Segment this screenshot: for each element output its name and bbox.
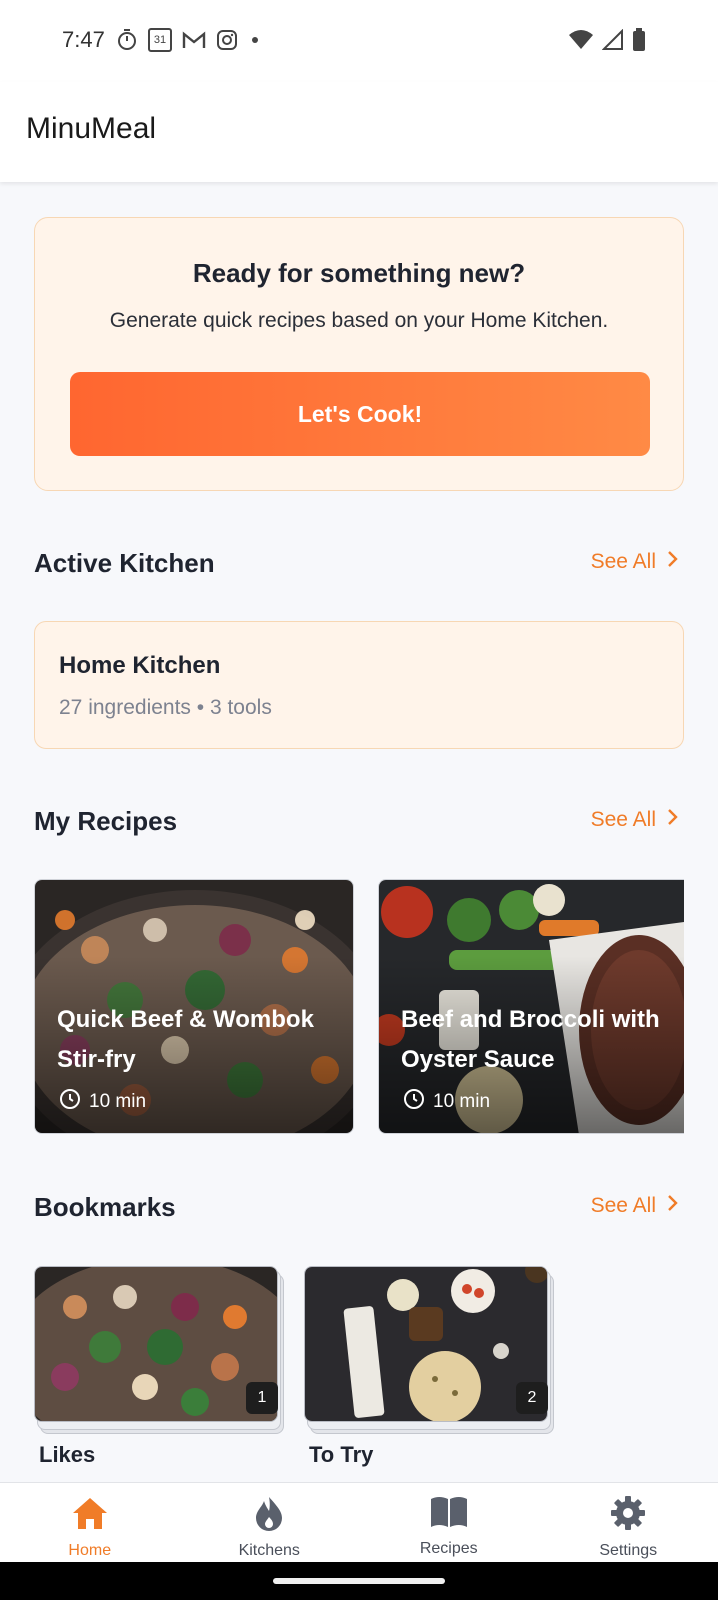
recipe-card[interactable]: Quick Beef & Wombok Stir-fry 10 min	[34, 879, 354, 1134]
home-icon	[71, 1495, 109, 1536]
nav-item-home[interactable]: Home	[0, 1483, 180, 1562]
bookmarks-header: Bookmarks See All	[34, 1192, 684, 1232]
bookmarks-see-all-link[interactable]: See All	[591, 1194, 678, 1218]
hero-subtitle: Generate quick recipes based on your Hom…	[109, 309, 609, 332]
see-all-label: See All	[590, 1194, 656, 1217]
app-bar: MinuMeal	[0, 82, 718, 182]
my-recipes-header: My Recipes See All	[34, 806, 684, 846]
calendar-day: 31	[153, 34, 167, 46]
status-time: 7:47	[62, 27, 105, 52]
signal-icon	[601, 28, 624, 56]
nav-item-kitchens[interactable]: Kitchens	[180, 1483, 360, 1562]
section-title-my-recipes: My Recipes	[34, 806, 178, 836]
hero-title: Ready for something new?	[192, 258, 526, 288]
active-kitchen-header: Active Kitchen See All	[34, 548, 684, 588]
nav-label: Recipes	[419, 1540, 478, 1557]
recipe-time: 10 min	[59, 1088, 146, 1116]
recipe-card[interactable]: Beef and Broccoli with Oyster Sauce 10 m…	[378, 879, 684, 1134]
active-kitchen-card[interactable]: Home Kitchen 27 ingredients • 3 tools	[34, 621, 684, 749]
see-all-label: See All	[590, 550, 656, 573]
more-notifications-dot-icon	[248, 33, 262, 47]
chevron-right-icon	[666, 1194, 678, 1218]
app-title: MinuMeal	[26, 112, 157, 145]
recipe-title: Beef and Broccoli with Oyster Sauce	[401, 1006, 660, 1073]
my-recipes-carousel[interactable]: Quick Beef & Wombok Stir-fry 10 min Beef…	[34, 879, 684, 1136]
calendar-icon: 31	[148, 28, 172, 52]
chevron-right-icon	[666, 550, 678, 574]
system-gesture-bar	[0, 1562, 718, 1600]
gmail-icon	[182, 30, 206, 50]
nav-label: Kitchens	[238, 1542, 300, 1559]
bookmark-count-badge: 1	[246, 1382, 278, 1414]
home-gesture-handle[interactable]	[273, 1578, 445, 1584]
section-title-active-kitchen: Active Kitchen	[34, 548, 215, 578]
recipe-time-label: 10 min	[433, 1091, 491, 1112]
bookmark-collection-likes[interactable]: 1 Likes	[34, 1266, 286, 1467]
status-notification-icons: 31	[116, 28, 262, 52]
clock-icon	[403, 1088, 425, 1116]
active-kitchen-see-all-link[interactable]: See All	[591, 550, 678, 574]
recipe-time: 10 min	[403, 1088, 490, 1116]
book-icon	[429, 1495, 469, 1534]
nav-item-settings[interactable]: Settings	[539, 1483, 718, 1562]
battery-icon	[632, 28, 646, 57]
nav-label: Settings	[599, 1542, 658, 1559]
bookmark-image-likes	[34, 1266, 278, 1422]
timer-icon	[116, 28, 138, 52]
my-recipes-see-all-link[interactable]: See All	[591, 808, 678, 832]
recipe-time-label: 10 min	[89, 1091, 147, 1112]
chevron-right-icon	[666, 808, 678, 832]
flame-icon	[254, 1495, 284, 1536]
lets-cook-button[interactable]: Let's Cook!	[70, 372, 650, 456]
kitchen-name: Home Kitchen	[59, 652, 221, 679]
wifi-icon	[568, 29, 594, 56]
recipe-title: Quick Beef & Wombok Stir-fry	[57, 1006, 314, 1073]
bookmark-count-badge: 2	[516, 1382, 548, 1414]
bookmark-collection-to-try[interactable]: 2 To Try	[304, 1266, 556, 1467]
kitchen-meta: 27 ingredients • 3 tools	[59, 696, 272, 719]
bookmark-image-to-try	[304, 1266, 548, 1422]
section-title-bookmarks: Bookmarks	[34, 1192, 176, 1222]
instagram-icon	[216, 29, 238, 51]
nav-item-recipes[interactable]: Recipes	[359, 1483, 539, 1562]
status-system-icons	[568, 28, 646, 57]
bookmark-label: To Try	[309, 1442, 374, 1467]
generate-recipes-card: Ready for something new? Generate quick …	[34, 217, 684, 491]
nav-label: Home	[68, 1542, 112, 1559]
status-bar: 7:47 31	[0, 0, 718, 82]
see-all-label: See All	[590, 808, 656, 831]
bookmark-label: Likes	[39, 1442, 96, 1467]
bottom-navigation: Home Kitchens Recipes Settings	[0, 1482, 718, 1562]
gear-icon	[610, 1495, 646, 1536]
clock-icon	[59, 1088, 81, 1116]
